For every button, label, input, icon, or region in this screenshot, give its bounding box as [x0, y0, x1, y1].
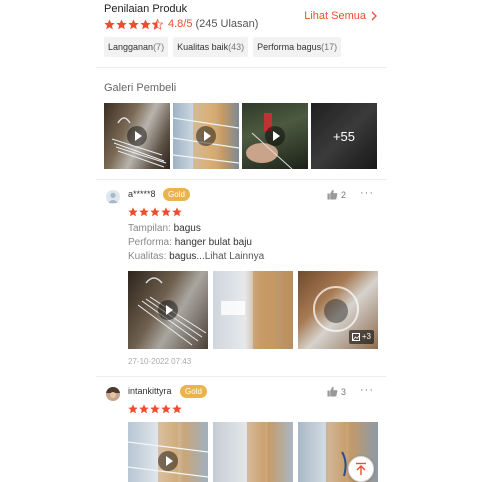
chip-count: (7): [153, 42, 165, 52]
gold-badge: Gold: [163, 188, 190, 201]
product-reviews-panel: Penilaian Produk 4.8/5 (245 Ulasan) Liha…: [96, 0, 386, 482]
like-button[interactable]: 2: [327, 189, 346, 200]
review-username[interactable]: a*****8: [128, 189, 156, 199]
star-icon: [150, 404, 160, 414]
ratings-title: Penilaian Produk: [104, 3, 188, 15]
gallery-video-thumb[interactable]: [104, 103, 170, 169]
chip-count: (17): [321, 42, 338, 52]
like-count: 2: [340, 189, 346, 200]
review-stars: [128, 404, 183, 414]
review-photo-thumb[interactable]: +3: [298, 271, 378, 349]
star-icon: [128, 207, 138, 217]
arrow-up-icon: [356, 462, 366, 475]
attribute-key: Tampilan:: [128, 223, 174, 234]
more-photos-count: +3: [361, 332, 371, 341]
avatar[interactable]: [106, 387, 120, 401]
attribute-value: bagus: [173, 223, 201, 234]
star-icon: [172, 207, 182, 217]
chip-langganan[interactable]: Langganan(7): [104, 37, 169, 57]
review-photos: +3: [128, 271, 383, 349]
review-item: intankittyra Gold 3 ···: [96, 377, 386, 482]
play-icon: [127, 126, 147, 146]
chip-count: (43): [228, 42, 245, 52]
star-icon: [140, 18, 151, 30]
review-stars: [128, 207, 183, 217]
review-date: 27-10-2022 07:43: [128, 357, 192, 366]
review-video-thumb[interactable]: [128, 422, 208, 482]
more-options-icon[interactable]: ···: [360, 384, 374, 396]
more-photos-badge: +3: [348, 330, 374, 344]
thumbs-up-icon: [327, 189, 338, 200]
review-photo-thumb[interactable]: [213, 271, 293, 349]
gallery-more-thumb[interactable]: +55: [311, 103, 377, 169]
review-filter-chips: Langganan(7) Kualitas baik(43) Performa …: [104, 37, 346, 57]
review-username[interactable]: intankittyra: [128, 386, 172, 396]
ratings-header: Penilaian Produk 4.8/5 (245 Ulasan) Liha…: [96, 0, 386, 68]
chevron-right-icon: [371, 11, 377, 21]
review-attribute-line: Kualitas: bagus...Lihat Lainnya: [128, 251, 264, 262]
gallery-video-thumb[interactable]: [173, 103, 239, 169]
package-photo: [247, 422, 265, 482]
chip-performa-bagus[interactable]: Performa bagus(17): [253, 37, 342, 57]
star-icon: [104, 18, 115, 30]
gallery-more-count: +55: [311, 103, 377, 169]
review-attribute-line: Performa: hanger bulat baju: [128, 237, 252, 248]
like-count: 3: [340, 386, 346, 397]
see-all-link[interactable]: Lihat Semua: [304, 10, 378, 22]
attribute-key: Performa:: [128, 237, 175, 248]
attribute-key: Kualitas:: [128, 251, 170, 262]
see-all-label: Lihat Semua: [304, 10, 366, 22]
buyer-gallery: +55: [104, 103, 380, 169]
gallery-video-thumb[interactable]: [242, 103, 308, 169]
like-button[interactable]: 3: [327, 386, 346, 397]
chip-label: Langganan: [108, 42, 154, 52]
gallery-title: Galeri Pembeli: [104, 82, 177, 94]
attribute-value: bagus: [169, 251, 197, 262]
star-icon: [139, 207, 149, 217]
scroll-to-top-button[interactable]: [348, 456, 374, 482]
star-icon: [150, 207, 160, 217]
half-star-icon: [152, 18, 163, 30]
see-more-link[interactable]: ...Lihat Lainnya: [196, 251, 264, 262]
package-photo: [221, 271, 275, 349]
star-icon: [128, 404, 138, 414]
star-icon: [116, 18, 127, 30]
chip-label: Kualitas baik: [177, 42, 229, 52]
star-icon: [128, 18, 139, 30]
rating-value: 4.8/5: [168, 18, 193, 30]
star-icon: [139, 404, 149, 414]
review-photos: [128, 422, 383, 482]
star-icon: [161, 404, 171, 414]
chip-label: Performa bagus: [257, 42, 322, 52]
play-icon: [196, 126, 216, 146]
thumbs-up-icon: [327, 386, 338, 397]
more-options-icon[interactable]: ···: [360, 187, 374, 199]
review-item: a*****8 Gold 2 ··· Tampilan: bagus Perfo…: [96, 180, 386, 376]
chip-kualitas-baik[interactable]: Kualitas baik(43): [173, 37, 249, 57]
review-attribute-line: Tampilan: bagus: [128, 223, 201, 234]
gold-badge: Gold: [180, 385, 207, 398]
play-icon: [158, 300, 178, 320]
review-photo-thumb[interactable]: [213, 422, 293, 482]
star-icon: [161, 207, 171, 217]
play-icon: [265, 126, 285, 146]
play-icon: [158, 451, 178, 471]
attribute-value: hanger bulat baju: [174, 237, 252, 248]
avatar[interactable]: [106, 190, 120, 204]
rating-summary: 4.8/5 (245 Ulasan): [104, 18, 258, 30]
star-icon: [172, 404, 182, 414]
review-count: (245 Ulasan): [195, 18, 259, 30]
review-video-thumb[interactable]: [128, 271, 208, 349]
image-icon: [351, 333, 360, 341]
